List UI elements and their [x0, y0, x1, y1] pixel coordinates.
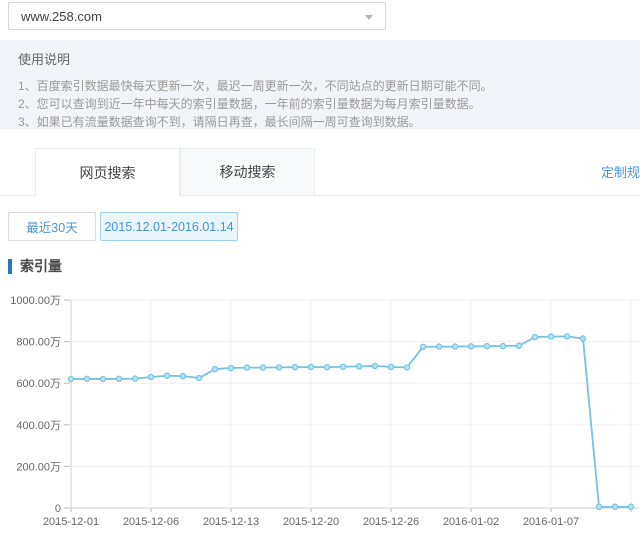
index-volume-chart: 1000.00万800.00万600.00万400.00万200.00万0201… [0, 293, 640, 539]
svg-text:0: 0 [55, 503, 61, 515]
svg-text:2016-01-07: 2016-01-07 [523, 516, 579, 528]
svg-text:200.00万: 200.00万 [16, 461, 61, 473]
section-header: 索引量 [8, 256, 62, 276]
tab-mobile-search[interactable]: 移动搜索 [180, 148, 315, 196]
svg-text:2015-12-13: 2015-12-13 [203, 516, 259, 528]
custom-rules-link[interactable]: 定制规则 [601, 162, 640, 181]
svg-text:800.00万: 800.00万 [16, 337, 61, 349]
search-type-tabs: 网页搜索 移动搜索 定制规则 [0, 148, 640, 196]
svg-text:2015-12-01: 2015-12-01 [43, 516, 99, 528]
usage-note-1: 1、百度索引数据最快每天更新一次，最迟一周更新一次，不同站点的更新日期可能不同。 [18, 77, 622, 95]
svg-text:400.00万: 400.00万 [16, 420, 61, 432]
last-30-days-button[interactable]: 最近30天 [8, 212, 96, 241]
svg-text:2016-01-02: 2016-01-02 [443, 516, 499, 528]
svg-text:2015-12-06: 2015-12-06 [123, 516, 179, 528]
usage-notes-title: 使用说明 [18, 49, 622, 68]
date-filter-group: 最近30天 2015.12.01-2016.01.14 [8, 212, 238, 241]
site-selector-value: www.258.com [21, 9, 102, 24]
svg-text:1000.00万: 1000.00万 [10, 295, 61, 307]
usage-notes-panel: 使用说明 1、百度索引数据最快每天更新一次，最迟一周更新一次，不同站点的更新日期… [0, 40, 640, 129]
usage-note-3: 3、如果已有流量数据查询不到，请隔日再查，最长间隔一周可查询到数据。 [18, 113, 622, 131]
svg-text:2015-12-26: 2015-12-26 [363, 516, 419, 528]
section-accent-bar [8, 259, 12, 274]
chevron-down-icon [365, 15, 373, 20]
page: www.258.com 使用说明 1、百度索引数据最快每天更新一次，最迟一周更新… [0, 0, 640, 539]
chart-container: 1000.00万800.00万600.00万400.00万200.00万0201… [0, 293, 640, 539]
date-range-button[interactable]: 2015.12.01-2016.01.14 [100, 212, 238, 241]
tab-web-search[interactable]: 网页搜索 [35, 148, 180, 197]
site-selector-dropdown[interactable]: www.258.com [8, 2, 386, 30]
usage-note-2: 2、您可以查询到近一年中每天的索引量数据，一年前的索引量数据为每月索引量数据。 [18, 95, 622, 113]
section-title: 索引量 [20, 256, 62, 276]
svg-text:2015-12-20: 2015-12-20 [283, 516, 339, 528]
svg-text:600.00万: 600.00万 [16, 378, 61, 390]
